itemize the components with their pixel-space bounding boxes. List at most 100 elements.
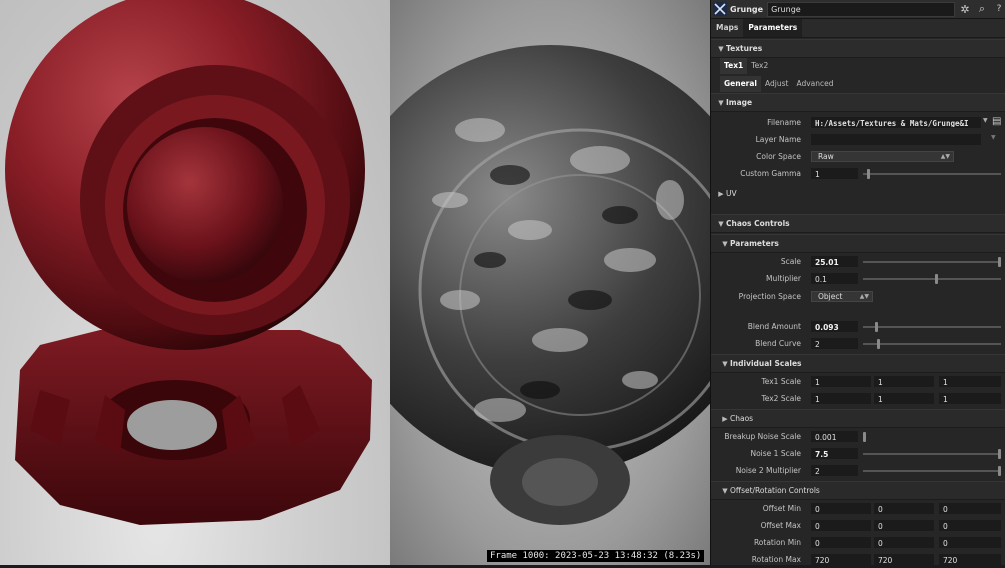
chevron-down-icon[interactable]: ▼ — [983, 117, 988, 124]
tex2-scale-row: Tex2 Scale 1 1 1 — [711, 390, 1005, 407]
tab-parameters[interactable]: Parameters — [743, 19, 803, 37]
noise2-multiplier-slider[interactable] — [863, 466, 1001, 476]
tex2-scale-x-field[interactable]: 1 — [811, 393, 871, 404]
noise1-scale-label: Noise 1 Scale — [750, 449, 801, 458]
chaos-controls-section-header[interactable]: ▼ Chaos Controls — [711, 214, 1005, 233]
updown-arrow-icon: ▲▼ — [940, 153, 950, 160]
rotation-max-y-field[interactable]: 720 — [874, 554, 934, 565]
file-browse-icon[interactable]: ▤ — [992, 116, 1001, 127]
slider-knob[interactable] — [998, 449, 1001, 459]
tab-adjust[interactable]: Adjust — [761, 76, 792, 92]
rotation-min-y-field[interactable]: 0 — [874, 537, 934, 548]
image-section-header[interactable]: ▼ Image — [711, 93, 1005, 112]
tex1-scale-y-field[interactable]: 1 — [874, 376, 934, 387]
textures-header-label: Textures — [726, 44, 763, 53]
search-icon[interactable]: ⌕ — [975, 2, 989, 16]
tex2-scale-z-field[interactable]: 1 — [939, 393, 1001, 404]
breakup-noise-slider[interactable] — [863, 432, 1001, 442]
scale-field[interactable]: 25.01 — [811, 256, 858, 267]
multiplier-label: Multiplier — [766, 274, 801, 283]
collapse-arrow-icon: ▼ — [718, 44, 724, 53]
parameters-section-header[interactable]: ▼ Parameters — [711, 234, 1005, 253]
blend-curve-label: Blend Curve — [755, 339, 801, 348]
offset-max-row: Offset Max 0 0 0 — [711, 517, 1005, 534]
offset-max-z-field[interactable]: 0 — [939, 520, 1001, 531]
tab-tex1[interactable]: Tex1 — [720, 58, 748, 74]
color-space-value: Raw — [818, 152, 834, 161]
color-space-dropdown[interactable]: Raw ▲▼ — [811, 151, 954, 162]
layer-name-field[interactable] — [811, 134, 981, 145]
updown-arrow-icon: ▲▼ — [859, 293, 869, 300]
chaos-controls-header-label: Chaos Controls — [726, 219, 790, 228]
offset-min-x-field[interactable]: 0 — [811, 503, 871, 514]
chevron-down-icon[interactable]: ▼ — [991, 134, 996, 141]
parameters-header-label: Parameters — [730, 239, 779, 248]
multiplier-slider[interactable] — [863, 274, 1001, 284]
color-space-label: Color Space — [756, 152, 801, 161]
rotation-min-row: Rotation Min 0 0 0 — [711, 534, 1005, 551]
custom-gamma-slider[interactable] — [863, 169, 1001, 179]
help-icon[interactable]: ? — [992, 2, 1005, 16]
tex2-scale-y-field[interactable]: 1 — [874, 393, 934, 404]
blend-amount-slider[interactable] — [863, 322, 1001, 332]
offset-rotation-section-header[interactable]: ▼ Offset/Rotation Controls — [711, 481, 1005, 500]
blend-curve-row: Blend Curve 2 — [711, 335, 1005, 352]
rotation-min-x-field[interactable]: 0 — [811, 537, 871, 548]
tab-tex2[interactable]: Tex2 — [747, 58, 772, 74]
grunge-mask-preview-render — [390, 45, 710, 525]
expand-arrow-icon: ▶ — [722, 414, 728, 423]
offset-min-z-field[interactable]: 0 — [939, 503, 1001, 514]
tex1-scale-row: Tex1 Scale 1 1 1 — [711, 373, 1005, 390]
slider-knob[interactable] — [876, 339, 880, 349]
texture-sub-tabs: General Adjust Advanced — [711, 76, 1005, 92]
projection-space-dropdown[interactable]: Object ▲▼ — [811, 291, 873, 302]
breakup-noise-label: Breakup Noise Scale — [724, 432, 801, 441]
rotation-max-x-field[interactable]: 720 — [811, 554, 871, 565]
uv-section-header[interactable]: ▶ UV — [711, 185, 1005, 202]
attribute-panel: Grunge Grunge ✲ ⌕ ? Maps Parameters ▼ Te… — [710, 0, 1005, 565]
offset-max-y-field[interactable]: 0 — [874, 520, 934, 531]
tab-maps[interactable]: Maps — [711, 19, 743, 37]
tab-advanced[interactable]: Advanced — [792, 76, 837, 92]
offset-max-x-field[interactable]: 0 — [811, 520, 871, 531]
noise1-scale-field[interactable]: 7.5 — [811, 448, 858, 459]
collapse-arrow-icon: ▼ — [722, 486, 728, 495]
blend-amount-field[interactable]: 0.093 — [811, 321, 858, 332]
tex1-scale-x-field[interactable]: 1 — [811, 376, 871, 387]
scale-slider[interactable] — [863, 257, 1001, 267]
filename-field[interactable]: H:/Assets/Textures & Mats/Grunge&I — [811, 117, 981, 128]
blend-curve-slider[interactable] — [863, 339, 1001, 349]
noise1-scale-row: Noise 1 Scale 7.5 — [711, 445, 1005, 462]
slider-knob[interactable] — [998, 466, 1001, 476]
textures-section-header[interactable]: ▼ Textures — [711, 39, 1005, 58]
slider-knob[interactable] — [998, 257, 1001, 267]
tab-general[interactable]: General — [720, 76, 761, 92]
node-name-field[interactable]: Grunge — [767, 1, 955, 17]
slider-knob[interactable] — [863, 432, 866, 442]
gear-icon[interactable]: ✲ — [958, 2, 972, 16]
multiplier-field[interactable]: 0.1 — [811, 273, 858, 284]
layer-name-label: Layer Name — [755, 135, 801, 144]
individual-scales-section-header[interactable]: ▼ Individual Scales — [711, 354, 1005, 373]
rotation-max-z-field[interactable]: 720 — [939, 554, 1001, 565]
offset-min-y-field[interactable]: 0 — [874, 503, 934, 514]
noise1-scale-slider[interactable] — [863, 449, 1001, 459]
chaos-section-header[interactable]: ▶ Chaos — [711, 409, 1005, 428]
tex1-scale-z-field[interactable]: 1 — [939, 376, 1001, 387]
blend-curve-field[interactable]: 2 — [811, 338, 858, 349]
noise2-multiplier-row: Noise 2 Multiplier 2 — [711, 462, 1005, 479]
slider-knob[interactable] — [934, 274, 938, 284]
rotation-min-z-field[interactable]: 0 — [939, 537, 1001, 548]
collapse-arrow-icon: ▼ — [722, 359, 728, 368]
expand-arrow-icon: ▶ — [718, 189, 724, 198]
grunge-mask-viewport[interactable]: Frame 1000: 2023-05-23 13:48:32 (8.23s) — [390, 0, 710, 565]
panel-tabs: Maps Parameters — [711, 19, 1005, 38]
noise2-multiplier-field[interactable]: 2 — [811, 465, 858, 476]
projection-space-value: Object — [818, 292, 843, 301]
noise2-multiplier-label: Noise 2 Multiplier — [735, 466, 801, 475]
material-preview-viewport[interactable] — [0, 0, 390, 565]
slider-knob[interactable] — [875, 322, 879, 332]
slider-knob[interactable] — [867, 169, 870, 179]
custom-gamma-field[interactable]: 1 — [811, 168, 858, 179]
breakup-noise-field[interactable]: 0.001 — [811, 431, 858, 442]
